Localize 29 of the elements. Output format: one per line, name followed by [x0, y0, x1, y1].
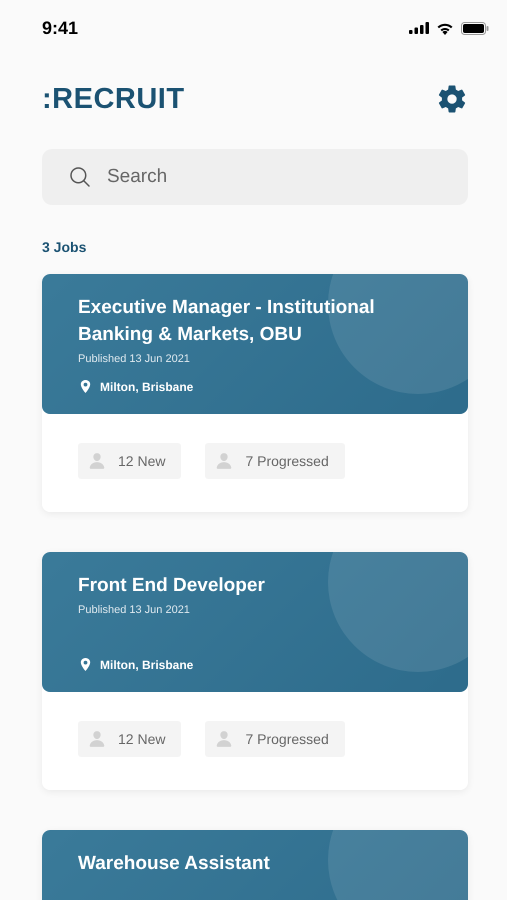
candidate-count-tag[interactable]: 12 New: [78, 721, 182, 757]
signal-icon: [409, 22, 429, 34]
candidate-count-tag[interactable]: 7 Progressed: [205, 721, 345, 757]
search-field[interactable]: Search: [42, 149, 468, 205]
published-date: Published 13 Jun 2021: [78, 604, 191, 616]
candidate-count-tag[interactable]: 12 New: [78, 443, 182, 479]
person-icon: [88, 452, 106, 470]
search-icon: [68, 165, 92, 189]
job-location: Milton, Brisbane: [100, 658, 194, 672]
wifi-icon: [436, 22, 454, 34]
job-card[interactable]: Executive Manager - Institutional Banking & Markets, OBU Published 13 Jun 2021 Milton, Brisbane 12 New 7 Progressed: [42, 274, 468, 512]
job-location: Milton, Brisbane: [100, 380, 194, 394]
person-icon: [88, 730, 106, 748]
app-logo: :RECRUIT: [42, 82, 185, 116]
job-title: Warehouse Assistant: [78, 852, 271, 876]
battery-icon: [461, 22, 489, 34]
published-date: Published 13 Jun 2021: [78, 353, 191, 365]
settings-icon[interactable]: [437, 84, 467, 114]
job-title: Executive Manager - Institutional Banking & Markets, OBU: [78, 296, 376, 347]
location-pin-icon: [78, 657, 93, 672]
status-time: 9:41: [42, 18, 78, 38]
location-pin-icon: [78, 379, 93, 394]
job-count: 3 Jobs: [42, 239, 88, 255]
job-card[interactable]: Warehouse Assistant: [42, 830, 468, 900]
person-icon: [215, 452, 234, 470]
job-title: Front End Developer: [78, 574, 266, 598]
person-icon: [215, 730, 234, 748]
candidate-count-tag[interactable]: 7 Progressed: [205, 443, 345, 479]
job-card[interactable]: Front End Developer Published 13 Jun 2021 Milton, Brisbane 12 New 7 Progressed: [42, 552, 468, 790]
